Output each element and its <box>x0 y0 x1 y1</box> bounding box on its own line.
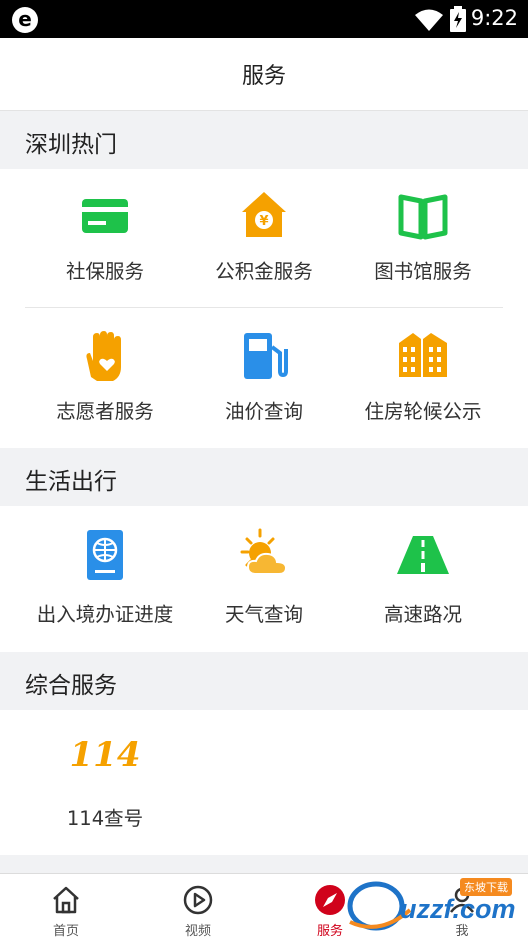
page-title: 服务 <box>241 64 286 89</box>
life-services-panel: 出入境办证进度 天气查询 高速路况 <box>0 506 528 652</box>
service-item-weather[interactable]: 天气查询 <box>176 526 352 626</box>
house-fund-icon: ¥ <box>242 192 286 237</box>
section-header-general: 综合服务 <box>0 652 528 710</box>
service-item-114[interactable]: 114 114查号 <box>17 730 193 830</box>
service-label: 图书馆服务 <box>374 260 472 283</box>
top-bar: 服务 <box>0 38 528 111</box>
service-label: 住房轮候公示 <box>364 400 482 423</box>
service-label: 114查号 <box>66 807 144 830</box>
service-label: 高速路况 <box>383 603 462 626</box>
watermark-text: uzzf.com <box>400 894 516 924</box>
fuel-pump-icon <box>244 333 288 379</box>
status-time: 9:22 <box>470 6 518 30</box>
play-icon <box>183 885 213 915</box>
section-title: 深圳热门 <box>25 132 117 158</box>
watermark-logo: uzzf.com 东坡下载 <box>340 876 528 936</box>
highway-icon <box>397 536 449 574</box>
service-label: 出入境办证进度 <box>36 603 174 626</box>
battery-icon <box>450 6 466 32</box>
service-label: 志愿者服务 <box>56 400 154 423</box>
book-icon <box>398 194 448 240</box>
tab-video[interactable]: 视频 <box>132 874 264 941</box>
app-logo-icon: e <box>12 7 38 33</box>
service-item-housing-queue[interactable]: 住房轮候公示 <box>335 327 511 427</box>
service-label: 油价查询 <box>224 400 303 423</box>
wifi-icon <box>415 9 443 31</box>
passport-icon <box>87 530 123 580</box>
status-bar: e 9:22 <box>0 0 528 38</box>
section-title: 生活出行 <box>25 469 117 495</box>
hot-services-panel: 社保服务 ¥ 公积金服务 图书馆服务 志愿者服务 油价查询 住房轮候公示 <box>0 169 528 448</box>
general-services-panel: 114 114查号 <box>0 710 528 855</box>
service-label: 公积金服务 <box>215 260 313 283</box>
tab-label: 首页 <box>52 924 79 939</box>
home-icon <box>53 886 79 914</box>
weather-icon <box>240 528 288 575</box>
tab-label: 视频 <box>184 924 211 939</box>
service-item-social-security[interactable]: 社保服务 <box>17 187 193 287</box>
service-item-highway[interactable]: 高速路况 <box>335 526 511 626</box>
buildings-icon <box>399 333 447 377</box>
phone-114-icon: 114 <box>69 735 141 775</box>
section-header-life: 生活出行 <box>0 448 528 506</box>
service-item-housing-fund[interactable]: ¥ 公积金服务 <box>176 187 352 287</box>
row-divider <box>25 307 503 308</box>
heart-hand-icon <box>86 331 121 381</box>
card-icon <box>82 199 128 233</box>
svg-text:¥: ¥ <box>259 214 268 229</box>
service-label: 天气查询 <box>224 603 303 626</box>
service-item-library[interactable]: 图书馆服务 <box>335 187 511 287</box>
section-title: 综合服务 <box>25 673 117 699</box>
service-item-fuel-price[interactable]: 油价查询 <box>176 327 352 427</box>
tab-home[interactable]: 首页 <box>0 874 132 941</box>
service-item-passport[interactable]: 出入境办证进度 <box>17 526 193 626</box>
service-item-volunteer[interactable]: 志愿者服务 <box>17 327 193 427</box>
service-label: 社保服务 <box>65 260 144 283</box>
section-header-hot: 深圳热门 <box>0 111 528 169</box>
watermark-badge: 东坡下载 <box>460 878 512 896</box>
